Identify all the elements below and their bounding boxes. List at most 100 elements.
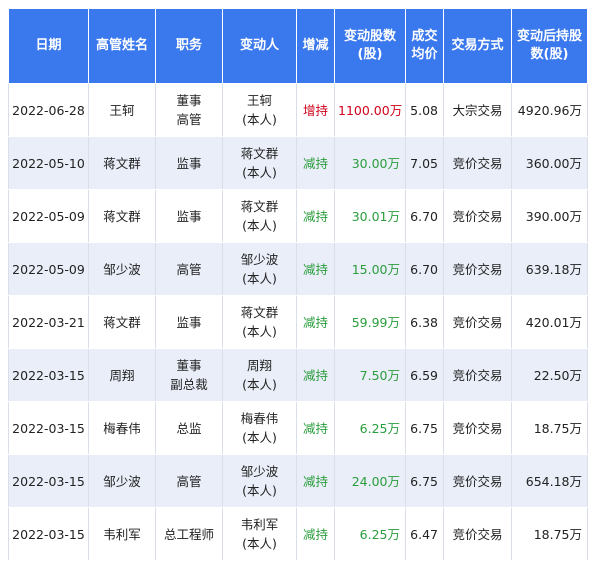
cell-date: 2022-05-09: [8, 189, 89, 243]
cell-exec-name: 周翔: [88, 348, 156, 402]
cell-trade-method: 竞价交易: [443, 454, 512, 508]
cell-position-line: 高管: [176, 261, 202, 277]
header-date: 日期: [8, 8, 89, 84]
cell-trade-method: 竞价交易: [443, 242, 512, 296]
cell-change-shares: 15.00万: [334, 242, 406, 296]
cell-position-line: 董事: [176, 93, 202, 108]
cell-changer: 梅春伟 (本人): [222, 401, 297, 455]
cell-changer: 周翔 (本人): [222, 348, 297, 402]
cell-trade-method: 竞价交易: [443, 348, 512, 402]
cell-date: 2022-03-15: [8, 454, 89, 508]
cell-changer-line: 邹少波: [240, 252, 279, 267]
cell-changer-line: 梅春伟: [240, 411, 279, 426]
cell-changer: 王轲 (本人): [222, 83, 297, 137]
cell-avg-price: 7.05: [405, 136, 444, 190]
cell-avg-price: 6.70: [405, 242, 444, 296]
cell-changer-line: (本人): [242, 165, 277, 180]
table-row: 2022-03-21 蒋文群 监事 蒋文群 (本人) 减持 59.99万 6.38 竞价交易 42…: [8, 295, 588, 349]
header-change-shares: 变动股数(股): [334, 8, 406, 84]
header-exec-name: 高管姓名: [88, 8, 156, 84]
cell-direction: 减持: [296, 454, 335, 508]
cell-position-line: 高管: [176, 473, 202, 489]
cell-exec-name: 邹少波: [88, 454, 156, 508]
cell-direction: 减持: [296, 242, 335, 296]
cell-position: 董事 高管: [155, 83, 223, 137]
cell-position: 监事: [155, 136, 223, 190]
cell-position-line: 高管: [176, 112, 202, 127]
cell-position: 董事 副总裁: [155, 348, 223, 402]
header-after-shares: 变动后持股数(股): [511, 8, 588, 84]
cell-avg-price: 6.75: [405, 454, 444, 508]
cell-position: 监事: [155, 189, 223, 243]
cell-changer-line: (本人): [242, 483, 277, 498]
table-row: 2022-05-10 蒋文群 监事 蒋文群 (本人) 减持 30.00万 7.05 竞价交易 36…: [8, 136, 588, 190]
table-row: 2022-03-15 周翔 董事 副总裁 周翔 (本人) 减持 7.50万 6.59 竞价交易 22…: [8, 348, 588, 402]
cell-changer-line: (本人): [242, 536, 277, 551]
cell-after-shares: 639.18万: [511, 242, 588, 296]
cell-after-shares: 18.75万: [511, 507, 588, 561]
cell-position: 高管: [155, 242, 223, 296]
cell-exec-name: 蒋文群: [88, 136, 156, 190]
cell-position-line: 总工程师: [163, 526, 214, 542]
cell-change-shares: 30.01万: [334, 189, 406, 243]
cell-change-shares: 7.50万: [334, 348, 406, 402]
cell-trade-method: 竞价交易: [443, 507, 512, 561]
cell-direction: 减持: [296, 348, 335, 402]
cell-changer-line: (本人): [242, 271, 277, 286]
cell-change-shares: 24.00万: [334, 454, 406, 508]
cell-changer-line: (本人): [242, 430, 277, 445]
cell-date: 2022-03-15: [8, 507, 89, 561]
cell-position-line: 监事: [176, 208, 202, 224]
cell-changer-line: 蒋文群: [240, 305, 279, 320]
cell-position: 监事: [155, 295, 223, 349]
table-row: 2022-05-09 蒋文群 监事 蒋文群 (本人) 减持 30.01万 6.70 竞价交易 39…: [8, 189, 588, 243]
cell-date: 2022-05-10: [8, 136, 89, 190]
cell-after-shares: 390.00万: [511, 189, 588, 243]
header-position: 职务: [155, 8, 223, 84]
cell-avg-price: 6.75: [405, 401, 444, 455]
cell-change-shares: 59.99万: [334, 295, 406, 349]
cell-trade-method: 大宗交易: [443, 83, 512, 137]
table-row: 2022-03-15 梅春伟 总监 梅春伟 (本人) 减持 6.25万 6.75 竞价交易 18.…: [8, 401, 588, 455]
cell-changer: 邹少波 (本人): [222, 242, 297, 296]
cell-exec-name: 韦利军: [88, 507, 156, 561]
cell-direction: 减持: [296, 295, 335, 349]
cell-exec-name: 蒋文群: [88, 189, 156, 243]
cell-exec-name: 蒋文群: [88, 295, 156, 349]
cell-changer-line: 周翔: [246, 358, 272, 373]
header-trade-method: 交易方式: [443, 8, 512, 84]
cell-change-shares: 1100.00万: [334, 83, 406, 137]
cell-changer-line: 邹少波: [240, 464, 279, 479]
cell-position-line: 监事: [176, 314, 202, 330]
cell-trade-method: 竞价交易: [443, 401, 512, 455]
cell-changer-line: (本人): [242, 218, 277, 233]
cell-direction: 减持: [296, 401, 335, 455]
cell-direction: 减持: [296, 136, 335, 190]
cell-position-line: 董事: [176, 358, 202, 373]
cell-after-shares: 360.00万: [511, 136, 588, 190]
cell-changer: 蒋文群 (本人): [222, 295, 297, 349]
cell-date: 2022-03-15: [8, 348, 89, 402]
cell-changer: 蒋文群 (本人): [222, 189, 297, 243]
header-avg-price: 成交均价: [405, 8, 444, 84]
cell-avg-price: 6.59: [405, 348, 444, 402]
table-row: 2022-06-28 王轲 董事 高管 王轲 (本人) 增持 1100.00万 5.08 大宗交易…: [8, 83, 588, 137]
cell-direction: 减持: [296, 507, 335, 561]
cell-exec-name: 梅春伟: [88, 401, 156, 455]
cell-change-shares: 6.25万: [334, 401, 406, 455]
cell-after-shares: 654.18万: [511, 454, 588, 508]
table-row: 2022-05-09 邹少波 高管 邹少波 (本人) 减持 15.00万 6.70 竞价交易 63…: [8, 242, 588, 296]
cell-after-shares: 18.75万: [511, 401, 588, 455]
cell-changer-line: 王轲: [246, 93, 272, 108]
cell-after-shares: 22.50万: [511, 348, 588, 402]
cell-avg-price: 6.47: [405, 507, 444, 561]
cell-position-line: 监事: [176, 155, 202, 171]
cell-avg-price: 6.38: [405, 295, 444, 349]
cell-exec-name: 邹少波: [88, 242, 156, 296]
cell-trade-method: 竞价交易: [443, 136, 512, 190]
cell-avg-price: 5.08: [405, 83, 444, 137]
cell-change-shares: 30.00万: [334, 136, 406, 190]
cell-changer-line: 蒋文群: [240, 199, 279, 214]
cell-position: 总工程师: [155, 507, 223, 561]
cell-changer-line: 韦利军: [240, 517, 279, 532]
